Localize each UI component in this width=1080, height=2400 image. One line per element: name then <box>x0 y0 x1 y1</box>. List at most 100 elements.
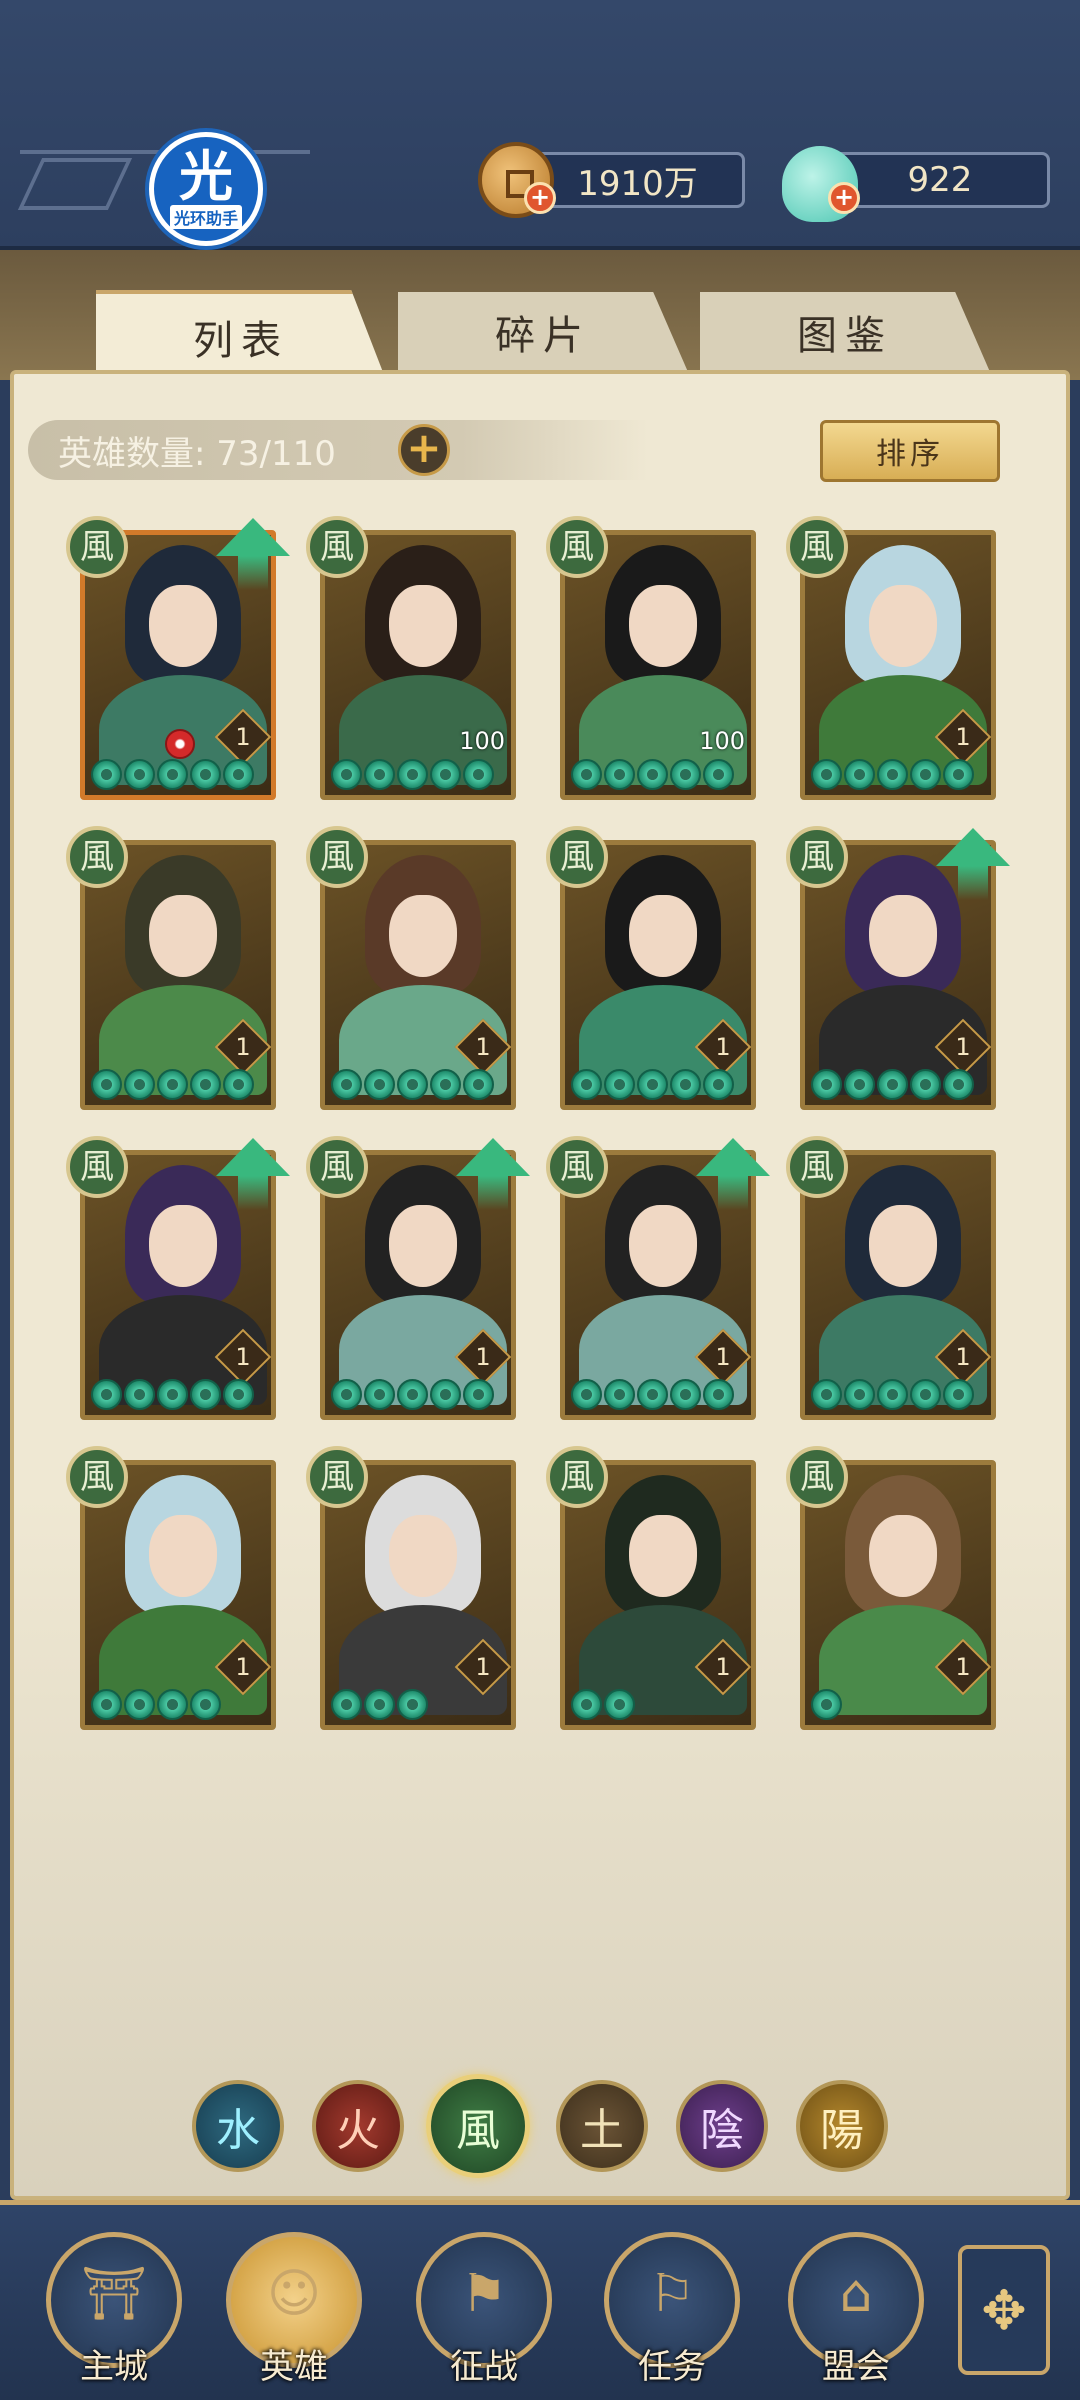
filter-yang-icon[interactable]: 陽 <box>796 2080 888 2172</box>
tab-fragments[interactable]: 碎片 <box>398 292 688 372</box>
filter-earth-icon[interactable]: 土 <box>556 2080 648 2172</box>
jade-star-icon <box>844 759 875 790</box>
jade-star-icon <box>223 1379 254 1410</box>
jade-star-icon <box>604 1069 635 1100</box>
jade-star-icon <box>811 1379 842 1410</box>
filter-yin-icon[interactable]: 陰 <box>676 2080 768 2172</box>
wind-element-icon: 風 <box>66 1446 128 1508</box>
jade-star-icon <box>910 1069 941 1100</box>
wind-element-icon: 風 <box>66 826 128 888</box>
jade-star-icon <box>223 1069 254 1100</box>
jade-star-icon <box>637 1379 668 1410</box>
hero-star-rating <box>331 1689 428 1721</box>
jade-star-icon <box>463 1069 494 1100</box>
hero-face <box>869 895 937 977</box>
add-gems-button[interactable]: + <box>828 182 860 214</box>
wind-element-icon: 風 <box>66 1136 128 1198</box>
hero-star-rating <box>571 1689 635 1721</box>
hero-face <box>389 1515 457 1597</box>
jade-star-icon <box>364 1069 395 1100</box>
helper-logo-icon[interactable]: 光 光环助手 <box>145 128 267 250</box>
jade-star-icon <box>571 1689 602 1720</box>
nav-label: 英雄 <box>260 2347 328 2387</box>
wind-element-icon: 風 <box>546 1446 608 1508</box>
jade-star-icon <box>571 1379 602 1410</box>
hero-level: 1 <box>235 1653 251 1681</box>
tab-list[interactable]: 列表 <box>96 290 386 380</box>
upgrade-arrow-icon <box>936 828 1010 900</box>
hero-star-rating <box>571 1379 734 1411</box>
sort-button[interactable]: 排序 <box>820 420 1000 482</box>
jade-star-icon <box>910 1379 941 1410</box>
nav-label: 盟会 <box>822 2347 890 2387</box>
hero-star-rating <box>811 1069 974 1101</box>
nav-scroll-flag[interactable]: ⚐ 任务 <box>602 2232 742 2387</box>
jade-star-icon <box>811 1069 842 1100</box>
jade-star-icon <box>430 1379 461 1410</box>
hero-face <box>149 1205 217 1287</box>
filter-water-icon[interactable]: 水 <box>192 2080 284 2172</box>
filter-fire-icon[interactable]: 火 <box>312 2080 404 2172</box>
hero-level: 1 <box>235 723 251 751</box>
hero-level: 1 <box>955 723 971 751</box>
jade-star-icon <box>910 759 941 790</box>
nav-label: 征战 <box>450 2347 518 2387</box>
flower-menu-icon[interactable]: ✥ <box>958 2245 1050 2375</box>
jade-star-icon <box>811 759 842 790</box>
hero-level: 1 <box>955 1033 971 1061</box>
jade-star-icon <box>157 759 188 790</box>
jade-star-icon <box>190 1069 221 1100</box>
expand-roster-button[interactable]: + <box>398 424 450 476</box>
filter-wind-icon[interactable]: 風 <box>426 2074 530 2178</box>
tab-codex[interactable]: 图鉴 <box>700 292 990 372</box>
hero-star-rating <box>571 1069 734 1101</box>
hero-star-rating <box>331 1379 494 1411</box>
add-gold-button[interactable]: + <box>524 182 556 214</box>
wind-element-icon: 風 <box>786 1136 848 1198</box>
nav-label: 主城 <box>80 2347 148 2387</box>
jade-star-icon <box>157 1069 188 1100</box>
jade-star-icon <box>397 1379 428 1410</box>
jade-star-icon <box>943 759 974 790</box>
hero-count-bar: 英雄数量: 73/110 <box>28 420 648 480</box>
nav-battle-banner[interactable]: ⚑ 征战 <box>414 2232 554 2387</box>
hero-star-rating <box>811 1379 974 1411</box>
hero-level: 1 <box>715 1343 731 1371</box>
jade-star-icon <box>430 759 461 790</box>
wind-element-icon: 風 <box>306 1446 368 1508</box>
jade-star-icon <box>157 1379 188 1410</box>
nav-pavilion[interactable]: ⌂ 盟会 <box>786 2232 926 2387</box>
jade-star-icon <box>91 1379 122 1410</box>
top-header: 光 光环助手 1910万 + 922 + <box>0 0 1080 250</box>
jade-star-icon <box>604 759 635 790</box>
jade-star-icon <box>703 1379 734 1410</box>
jade-star-icon <box>463 759 494 790</box>
upgrade-arrow-icon <box>456 1138 530 1210</box>
hero-level: 1 <box>235 1033 251 1061</box>
hero-face <box>149 585 217 667</box>
wind-element-icon: 風 <box>786 516 848 578</box>
hero-star-rating <box>811 759 974 791</box>
jade-star-icon <box>331 1689 362 1720</box>
jade-star-icon <box>124 1689 155 1720</box>
hero-level: 1 <box>955 1343 971 1371</box>
hero-count-label: 英雄数量: 73/110 <box>58 433 336 474</box>
jade-star-icon <box>943 1069 974 1100</box>
nav-city-gate[interactable]: ⛩ 主城 <box>44 2232 184 2387</box>
jade-star-icon <box>91 1689 122 1720</box>
hero-star-rating <box>91 759 254 791</box>
jade-star-icon <box>604 1689 635 1720</box>
jade-star-icon <box>364 1689 395 1720</box>
jade-star-icon <box>571 759 602 790</box>
hero-face <box>149 1515 217 1597</box>
wind-element-icon: 風 <box>546 516 608 578</box>
wind-element-icon: 風 <box>306 516 368 578</box>
hero-star-rating <box>91 1689 221 1721</box>
nav-hero-portrait[interactable]: ☺ 英雄 <box>224 2232 364 2387</box>
hero-star-rating <box>811 1689 842 1721</box>
jade-star-icon <box>703 759 734 790</box>
hero-face <box>869 1515 937 1597</box>
hero-star-rating <box>91 1379 254 1411</box>
jade-star-icon <box>670 1069 701 1100</box>
hero-progress-tag: 100 <box>459 727 505 755</box>
